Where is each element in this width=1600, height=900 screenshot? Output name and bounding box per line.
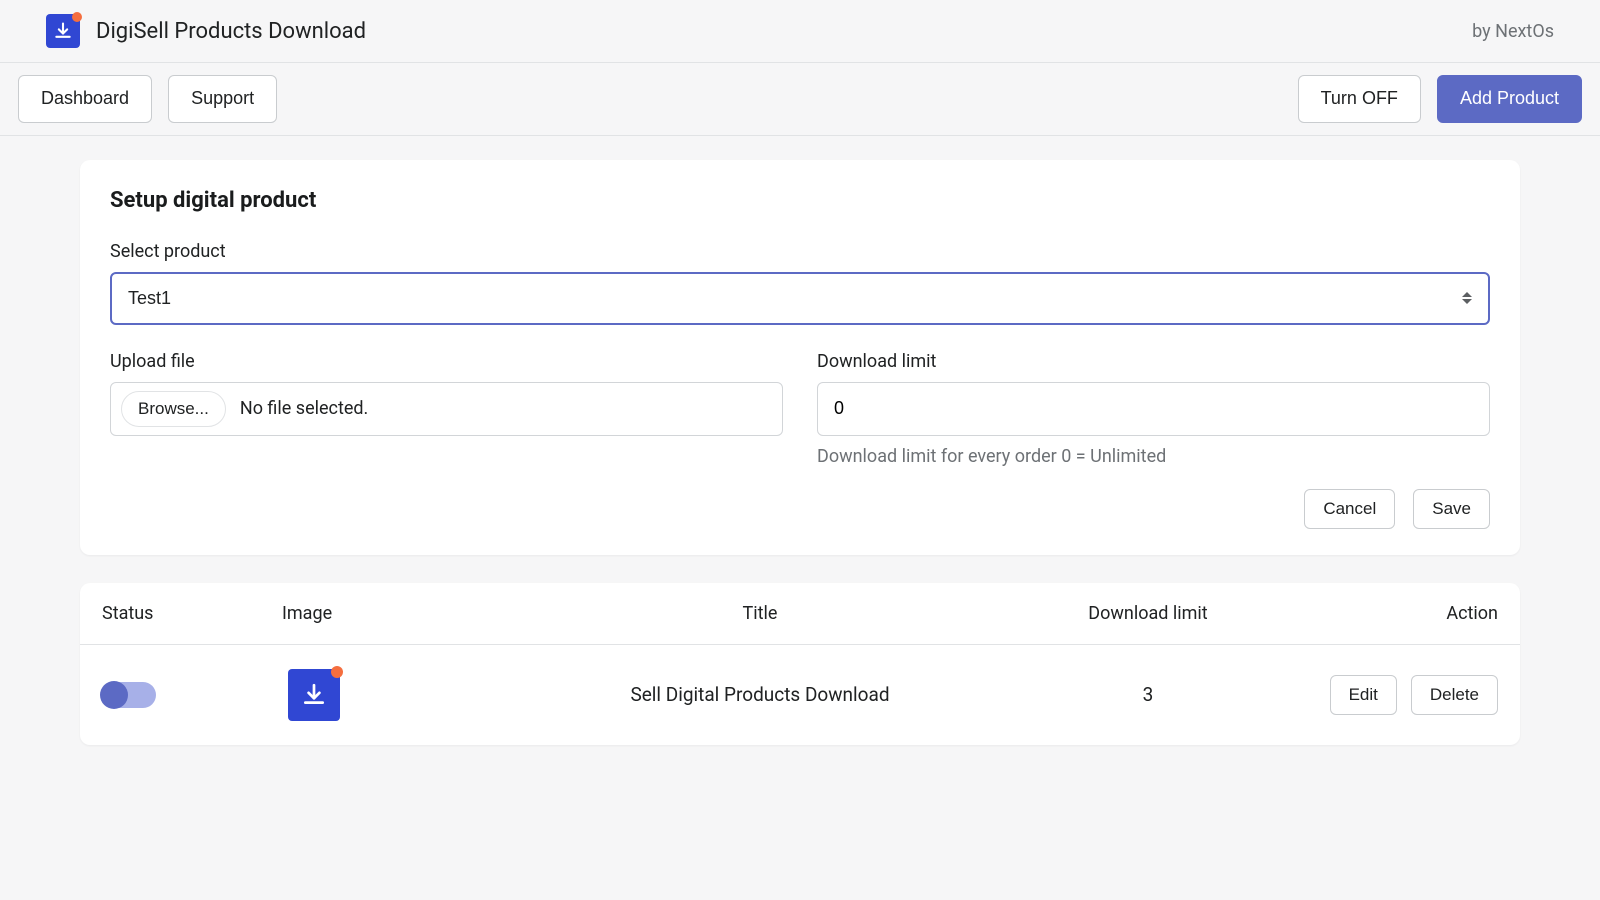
image-cell (282, 669, 482, 721)
action-cell: Edit Delete (1258, 675, 1498, 715)
select-product-value[interactable] (110, 272, 1490, 325)
download-limit-input[interactable] (817, 382, 1490, 436)
vendor-text: by NextOs (1472, 21, 1554, 42)
download-limit-label: Download limit (817, 351, 1490, 372)
title-cell: Sell Digital Products Download (482, 683, 1038, 706)
turn-off-button[interactable]: Turn OFF (1298, 75, 1421, 123)
products-table: Status Image Title Download limit Action… (80, 583, 1520, 745)
download-limit-help: Download limit for every order 0 = Unlim… (817, 446, 1490, 467)
select-product-dropdown[interactable] (110, 272, 1490, 325)
dashboard-button[interactable]: Dashboard (18, 75, 152, 123)
support-button[interactable]: Support (168, 75, 277, 123)
app-logo-icon (46, 14, 80, 48)
col-header-action: Action (1258, 603, 1498, 624)
upload-file-label: Upload file (110, 351, 783, 372)
status-toggle[interactable] (102, 682, 156, 708)
add-product-button[interactable]: Add Product (1437, 75, 1582, 123)
toggle-knob-icon (100, 681, 128, 709)
card-title: Setup digital product (110, 188, 1490, 213)
top-bar: DigiSell Products Download by NextOs (0, 0, 1600, 63)
table-row: Sell Digital Products Download 3 Edit De… (80, 645, 1520, 745)
col-header-image: Image (282, 603, 482, 624)
toolbar: Dashboard Support Turn OFF Add Product (0, 63, 1600, 136)
upload-file-input[interactable]: Browse... No file selected. (110, 382, 783, 436)
setup-card: Setup digital product Select product Upl… (80, 160, 1520, 555)
select-product-label: Select product (110, 241, 1490, 262)
col-header-limit: Download limit (1038, 603, 1258, 624)
col-header-status: Status (102, 603, 282, 624)
limit-cell: 3 (1038, 683, 1258, 706)
edit-button[interactable]: Edit (1330, 675, 1397, 715)
col-header-title: Title (482, 603, 1038, 624)
file-status-text: No file selected. (240, 398, 368, 419)
browse-button[interactable]: Browse... (121, 391, 226, 427)
save-button[interactable]: Save (1413, 489, 1490, 529)
cancel-button[interactable]: Cancel (1304, 489, 1395, 529)
app-title: DigiSell Products Download (96, 19, 366, 44)
status-cell (102, 682, 282, 708)
select-caret-icon (1462, 292, 1472, 304)
top-bar-left: DigiSell Products Download (46, 14, 366, 48)
main-content: Setup digital product Select product Upl… (0, 136, 1600, 785)
table-header: Status Image Title Download limit Action (80, 583, 1520, 645)
delete-button[interactable]: Delete (1411, 675, 1498, 715)
product-image-icon (288, 669, 340, 721)
